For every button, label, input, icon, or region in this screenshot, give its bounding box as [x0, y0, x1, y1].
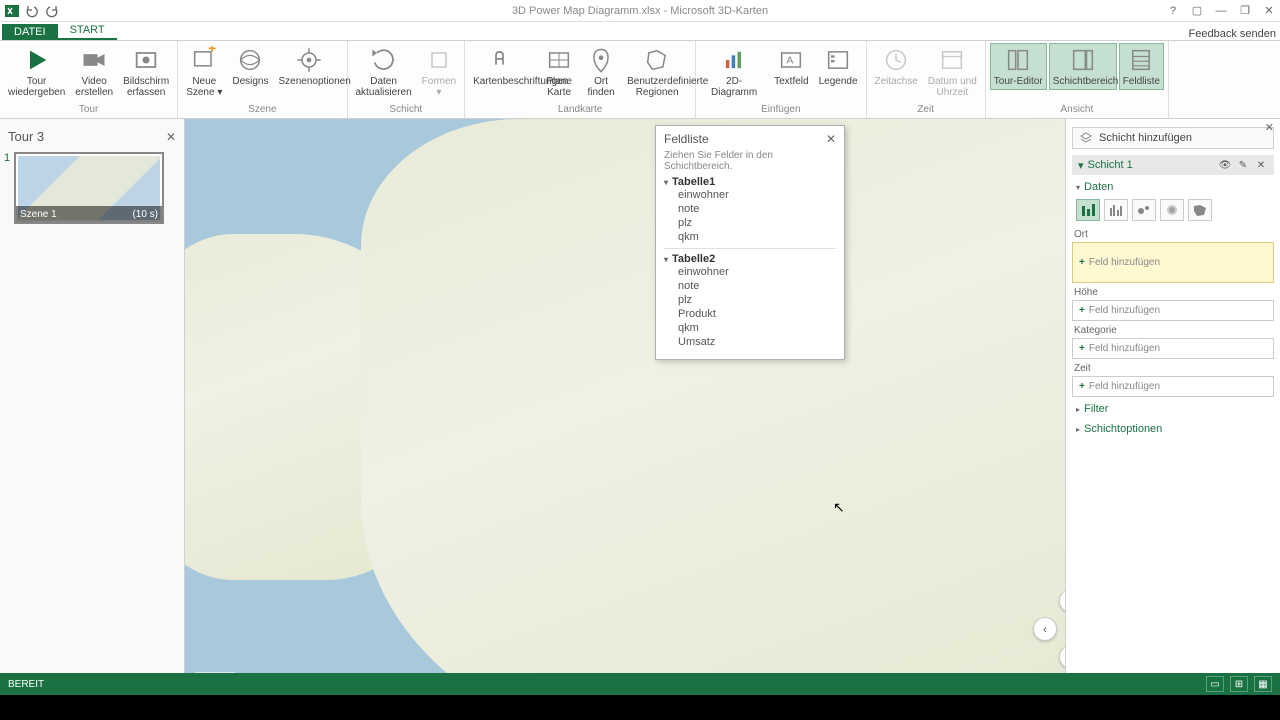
field-list-subtitle: Ziehen Sie Felder in den Schichtbereich. — [664, 150, 836, 172]
refresh-data-button[interactable]: Datenaktualisieren — [352, 43, 416, 101]
undo-button[interactable] — [24, 3, 40, 19]
flat-map-button[interactable]: PlaneKarte — [539, 43, 579, 101]
group-label-tour: Tour — [4, 104, 173, 118]
add-layer-button[interactable]: Schicht hinzufügen — [1072, 127, 1274, 149]
screenshot-button[interactable]: Bildschirmerfassen — [119, 43, 173, 101]
data-section-header[interactable]: Daten — [1072, 179, 1274, 195]
field-item[interactable]: Produkt — [664, 307, 836, 321]
tour-panel: Tour 3 ✕ 1 Szene 1 (10 s) — [0, 119, 185, 695]
field-item[interactable]: plz — [664, 216, 836, 230]
redo-button[interactable] — [44, 3, 60, 19]
layer-pane-button[interactable]: Schichtbereich — [1049, 43, 1117, 90]
help-button[interactable]: ? — [1166, 4, 1180, 18]
field-list-popup: Feldliste ✕ Ziehen Sie Felder in den Sch… — [655, 125, 845, 360]
collapse-ribbon-button[interactable]: ▢ — [1190, 4, 1204, 18]
field-item[interactable]: note — [664, 202, 836, 216]
status-view-1[interactable]: ▭ — [1206, 676, 1224, 692]
kategorie-label: Kategorie — [1074, 325, 1274, 336]
map-labels-button[interactable]: Kartenbeschriftungen — [469, 43, 537, 90]
maximize-button[interactable]: ❐ — [1238, 4, 1252, 18]
field-item[interactable]: einwohner — [664, 188, 836, 202]
scene-options-button[interactable]: Szenenoptionen — [275, 43, 343, 90]
field-item[interactable]: Umsatz — [664, 335, 836, 349]
field-item[interactable]: einwohner — [664, 265, 836, 279]
layer-visibility-button[interactable]: 👁 — [1218, 158, 1232, 172]
excel-icon — [4, 3, 20, 19]
scene-label: Szene 1 — [20, 209, 57, 220]
ribbon: Tourwiedergeben Videoerstellen Bildschir… — [0, 41, 1280, 119]
ort-dropzone[interactable]: +Feld hinzufügen — [1072, 242, 1274, 283]
legend-button[interactable]: Legende — [815, 43, 862, 90]
scene-number: 1 — [4, 152, 10, 164]
new-scene-button[interactable]: NeueSzene ▾ — [182, 43, 226, 101]
tour-editor-button[interactable]: Tour-Editor — [990, 43, 1047, 90]
viz-bubble[interactable] — [1132, 199, 1156, 221]
custom-regions-button[interactable]: BenutzerdefinierteRegionen — [623, 43, 691, 101]
field-item[interactable]: note — [664, 279, 836, 293]
ort-label: Ort — [1074, 229, 1274, 240]
status-view-3[interactable]: ▦ — [1254, 676, 1272, 692]
shapes-button: Formen▾ — [418, 43, 460, 101]
designs-button[interactable]: Designs — [228, 43, 272, 90]
kategorie-dropzone[interactable]: +Feld hinzufügen — [1072, 338, 1274, 359]
feedback-link[interactable]: Feedback senden — [1189, 28, 1276, 40]
group-label-scene: Szene — [182, 104, 342, 118]
minimize-button[interactable]: — — [1214, 4, 1228, 18]
field-list-button[interactable]: Feldliste — [1119, 43, 1164, 90]
group-label-layer: Schicht — [352, 104, 461, 118]
layer-name: Schicht 1 — [1088, 159, 1133, 171]
svg-text:A: A — [787, 55, 794, 67]
group-label-time: Zeit — [871, 104, 981, 118]
group-label-map: Landkarte — [469, 104, 691, 118]
layer-delete-button[interactable]: ✕ — [1254, 158, 1268, 172]
group-label-view: Ansicht — [990, 104, 1164, 118]
layer-rename-button[interactable]: ✎ — [1236, 158, 1250, 172]
close-layer-panel[interactable]: ✕ — [1265, 121, 1274, 134]
play-tour-button[interactable]: Tourwiedergeben — [4, 43, 69, 101]
zeit-label: Zeit — [1074, 363, 1274, 374]
timeline-button: Zeitachse — [871, 43, 922, 90]
hoehe-label: Höhe — [1074, 287, 1274, 298]
viz-stacked-column[interactable] — [1076, 199, 1100, 221]
chevron-down-icon: ▾ — [1078, 159, 1084, 172]
zeit-dropzone[interactable]: +Feld hinzufügen — [1072, 376, 1274, 397]
status-bar: BEREIT ▭ ⊞ ▦ — [0, 673, 1280, 695]
field-item[interactable]: qkm — [664, 230, 836, 244]
field-item[interactable]: qkm — [664, 321, 836, 335]
layer-header[interactable]: ▾ Schicht 1 👁 ✎ ✕ — [1072, 155, 1274, 175]
layer-options-section-header[interactable]: Schichtoptionen — [1072, 421, 1274, 437]
table-header[interactable]: Tabelle1 — [664, 176, 836, 188]
status-ready: BEREIT — [8, 679, 44, 690]
group-label-insert: Einfügen — [700, 104, 861, 118]
create-video-button[interactable]: Videoerstellen — [71, 43, 117, 101]
filter-section-header[interactable]: Filter — [1072, 401, 1274, 417]
window-title: 3D Power Map Diagramm.xlsx - Microsoft 3… — [512, 5, 768, 17]
status-view-2[interactable]: ⊞ — [1230, 676, 1248, 692]
find-location-button[interactable]: Ortfinden — [581, 43, 621, 101]
viz-heatmap[interactable] — [1160, 199, 1184, 221]
map-canvas[interactable]: ▶ bing © 2020 TomTom © 2020 HERE ↖ ⌃ ‹ ›… — [185, 119, 1065, 695]
textbox-button[interactable]: ATextfeld — [770, 43, 812, 90]
field-list-title: Feldliste — [664, 132, 709, 146]
scene-duration: (10 s) — [132, 209, 158, 220]
viz-region[interactable] — [1188, 199, 1212, 221]
2d-chart-button[interactable]: 2D-Diagramm — [700, 43, 768, 101]
tab-file[interactable]: DATEI — [2, 24, 58, 40]
hoehe-dropzone[interactable]: +Feld hinzufügen — [1072, 300, 1274, 321]
field-item[interactable]: plz — [664, 293, 836, 307]
viz-clustered-column[interactable] — [1104, 199, 1128, 221]
title-bar: 3D Power Map Diagramm.xlsx - Microsoft 3… — [0, 0, 1280, 22]
layer-panel: ✕ Schicht hinzufügen ▾ Schicht 1 👁 ✎ ✕ D… — [1065, 119, 1280, 695]
datetime-button: Datum undUhrzeit — [924, 43, 981, 101]
close-tour-panel[interactable]: ✕ — [166, 130, 176, 144]
rotate-left-button[interactable]: ‹ — [1033, 617, 1057, 641]
tab-start[interactable]: START — [58, 22, 117, 40]
layers-icon — [1079, 132, 1093, 144]
close-button[interactable]: ✕ — [1262, 4, 1276, 18]
scene-thumbnail[interactable]: 1 Szene 1 (10 s) — [14, 152, 164, 224]
close-field-list[interactable]: ✕ — [826, 132, 836, 146]
tour-title: Tour 3 — [8, 129, 44, 144]
table-header[interactable]: Tabelle2 — [664, 253, 836, 265]
